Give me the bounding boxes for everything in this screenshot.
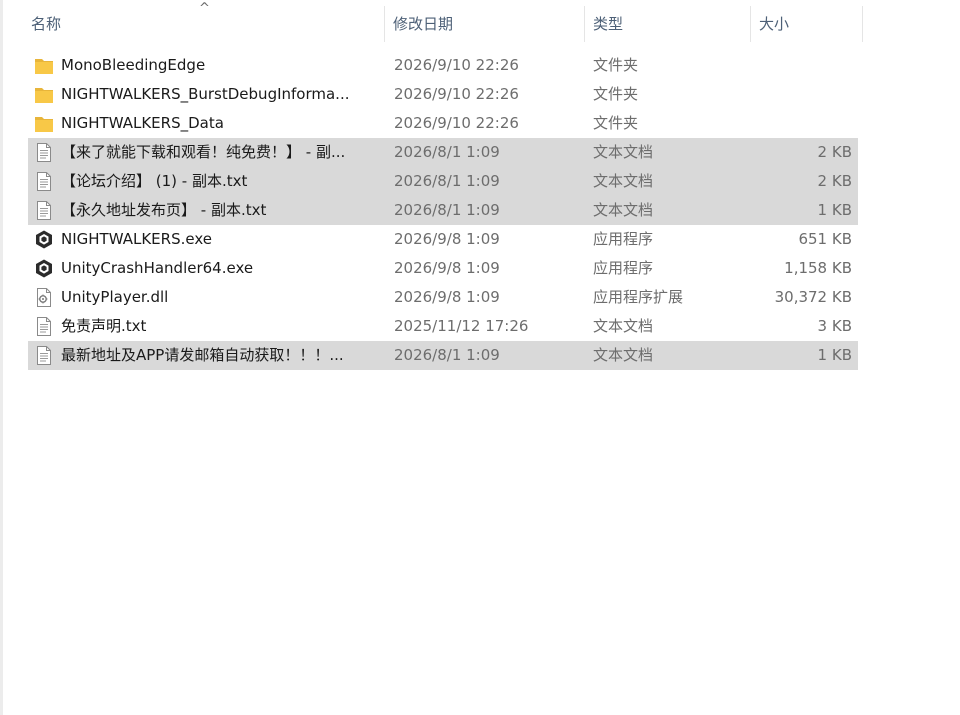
file-name: MonoBleedingEdge [61,56,206,74]
file-type: 文件夹 [593,85,639,103]
file-explorer-window: ^ 名称 修改日期 类型 大小 MonoBleedingEdge 2026/9/1… [0,0,960,715]
file-row[interactable]: 【永久地址发布页】 - 副本.txt 2026/8/1 1:09 文本文档 1 KB [28,196,858,225]
file-size: 30,372 KB [774,288,852,306]
file-modified-date: 2026/8/1 1:09 [394,346,500,364]
file-name: NIGHTWALKERS_BurstDebugInforma... [61,85,350,103]
file-type: 应用程序 [593,259,654,277]
file-type: 应用程序扩展 [593,288,684,306]
file-size: 1,158 KB [784,259,852,277]
file-row[interactable]: 【来了就能下载和观看！纯免费！】 - 副... 2026/8/1 1:09 文本文档… [28,138,858,167]
text-file-icon [34,316,54,337]
file-modified-date: 2026/9/8 1:09 [394,230,500,248]
dll-file-icon [34,287,54,308]
text-file-icon [34,142,54,163]
file-type: 文件夹 [593,114,639,132]
column-header-size[interactable]: 大小 [751,0,863,44]
file-row[interactable]: NIGHTWALKERS.exe 2026/9/8 1:09 应用程序 651 KB [28,225,858,254]
file-row[interactable]: NIGHTWALKERS_BurstDebugInforma... 2026/9/… [28,80,858,109]
file-row[interactable]: UnityPlayer.dll 2026/9/8 1:09 应用程序扩展 30,372… [28,283,858,312]
folder-icon [34,113,54,134]
file-size: 1 KB [817,201,852,219]
file-row[interactable]: 【论坛介绍】 (1) - 副本.txt 2026/8/1 1:09 文本文档 2 KB [28,167,858,196]
file-row[interactable]: NIGHTWALKERS_Data 2026/9/10 22:26 文件夹 [28,109,858,138]
file-size: 3 KB [817,317,852,335]
file-type: 文本文档 [593,143,654,161]
column-header-date[interactable]: 修改日期 [385,0,585,44]
file-modified-date: 2026/9/10 22:26 [394,114,519,132]
file-row[interactable]: 最新地址及APP请发邮箱自动获取！！！... 2026/8/1 1:09 文本文档 1… [28,341,858,370]
text-file-icon [34,345,54,366]
file-name: 【来了就能下载和观看！纯免费！】 - 副... [61,143,346,161]
file-type: 文本文档 [593,172,654,190]
file-name: 【永久地址发布页】 - 副本.txt [61,201,267,219]
file-size: 651 KB [798,230,852,248]
file-modified-date: 2026/8/1 1:09 [394,201,500,219]
file-type: 文件夹 [593,56,639,74]
file-name: UnityCrashHandler64.exe [61,259,254,277]
unity-app-icon [34,229,54,250]
file-name: NIGHTWALKERS.exe [61,230,212,248]
file-modified-date: 2025/11/12 17:26 [394,317,529,335]
file-size: 1 KB [817,346,852,364]
file-name: UnityPlayer.dll [61,288,169,306]
column-header-type[interactable]: 类型 [585,0,751,44]
file-modified-date: 2026/8/1 1:09 [394,172,500,190]
file-size: 2 KB [817,172,852,190]
unity-app-icon [34,258,54,279]
file-list: MonoBleedingEdge 2026/9/10 22:26 文件夹 NIGHTW… [28,51,858,370]
file-row[interactable]: UnityCrashHandler64.exe 2026/9/8 1:09 应用程序… [28,254,858,283]
folder-icon [34,84,54,105]
file-name: 免责声明.txt [61,317,147,335]
column-divider[interactable] [862,6,863,42]
file-modified-date: 2026/9/8 1:09 [394,288,500,306]
text-file-icon [34,171,54,192]
file-name: NIGHTWALKERS_Data [61,114,224,132]
window-left-border [0,0,3,715]
file-name: 【论坛介绍】 (1) - 副本.txt [61,172,248,190]
text-file-icon [34,200,54,221]
file-size: 2 KB [817,143,852,161]
file-modified-date: 2026/9/10 22:26 [394,85,519,103]
file-type: 文本文档 [593,317,654,335]
file-modified-date: 2026/9/8 1:09 [394,259,500,277]
file-modified-date: 2026/8/1 1:09 [394,143,500,161]
file-type: 文本文档 [593,201,654,219]
file-name: 最新地址及APP请发邮箱自动获取！！！... [61,346,344,364]
file-type: 文本文档 [593,346,654,364]
file-modified-date: 2026/9/10 22:26 [394,56,519,74]
file-row[interactable]: MonoBleedingEdge 2026/9/10 22:26 文件夹 [28,51,858,80]
file-type: 应用程序 [593,230,654,248]
column-header-bar: ^ 名称 修改日期 类型 大小 [3,0,863,44]
file-row[interactable]: 免责声明.txt 2025/11/12 17:26 文本文档 3 KB [28,312,858,341]
folder-icon [34,55,54,76]
column-header-name[interactable]: 名称 [23,0,385,44]
